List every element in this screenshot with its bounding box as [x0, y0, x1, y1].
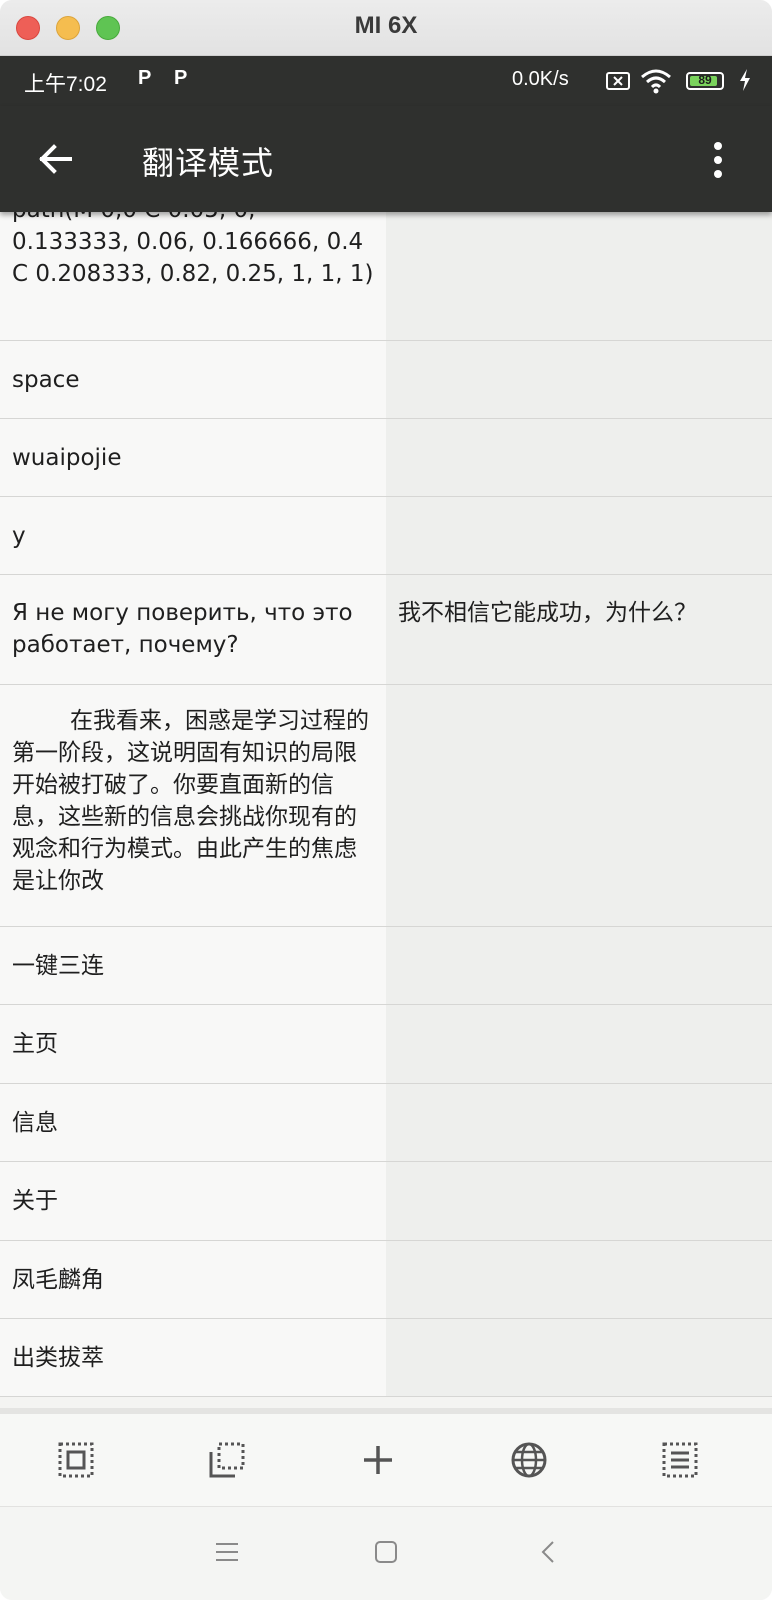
source-text: 一键三连 [0, 927, 386, 1004]
system-nav-bar [0, 1506, 772, 1600]
list-item[interactable]: 主页 [0, 1005, 772, 1084]
more-options-icon[interactable] [706, 140, 730, 180]
list-item[interactable]: 在我看来，困惑是学习过程的第一阶段，这说明固有知识的局限开始被打破了。你要直面新… [0, 685, 772, 927]
list-item[interactable]: 一键三连 [0, 927, 772, 1005]
list-item[interactable]: y [0, 497, 772, 575]
charging-icon [740, 69, 750, 91]
window-title: MI 6X [354, 12, 418, 39]
globe-icon[interactable] [509, 1440, 549, 1480]
app-bar: 翻译模式 [0, 106, 772, 212]
source-text: path(M 0,0 C 0.05, 0, 0.133333, 0.06, 0.… [0, 212, 386, 340]
translation-text [386, 497, 772, 574]
translation-text [386, 1084, 772, 1161]
translation-text [386, 341, 772, 418]
translation-text [386, 685, 772, 926]
list-item[interactable]: wuaipojie [0, 419, 772, 497]
translation-text [386, 1162, 772, 1240]
source-text: 关于 [0, 1162, 386, 1240]
menu-icon[interactable] [212, 1537, 242, 1567]
list-item[interactable]: path(M 0,0 C 0.05, 0, 0.133333, 0.06, 0.… [0, 212, 772, 341]
battery-icon: 89 [686, 72, 724, 90]
page-title: 翻译模式 [142, 144, 275, 182]
window-titlebar: MI 6X [0, 0, 772, 56]
translation-text [386, 1319, 772, 1396]
source-text: Я не могу поверить, что это работает, по… [0, 575, 386, 684]
status-time: 上午7:02 [24, 73, 107, 96]
list-item[interactable]: 凤毛麟角 [0, 1241, 772, 1319]
list-item[interactable]: 关于 [0, 1162, 772, 1241]
list-item[interactable]: 出类拔萃 [0, 1319, 772, 1397]
source-text: 在我看来，困惑是学习过程的第一阶段，这说明固有知识的局限开始被打破了。你要直面新… [0, 685, 386, 926]
add-icon[interactable] [358, 1440, 398, 1480]
translation-text [386, 1005, 772, 1083]
translation-list[interactable]: path(M 0,0 C 0.05, 0, 0.133333, 0.06, 0.… [0, 212, 772, 1408]
select-all-icon[interactable] [56, 1440, 96, 1480]
battery-percent: 89 [698, 73, 712, 87]
status-bar: 上午7:02 P P 0.0K/s 89 [0, 56, 772, 106]
translation-text [386, 1241, 772, 1318]
source-text: space [0, 341, 386, 418]
arrow-back-icon[interactable] [36, 139, 76, 179]
list-icon[interactable] [660, 1440, 700, 1480]
list-item[interactable]: space [0, 341, 772, 419]
source-text: y [0, 497, 386, 574]
translation-text: 我不相信它能成功，为什么？ [386, 575, 772, 684]
notification-p-icon: P [174, 67, 188, 89]
bottom-toolbar [0, 1408, 772, 1506]
home-icon[interactable] [371, 1537, 401, 1567]
source-text: wuaipojie [0, 419, 386, 496]
list-item[interactable]: 信息 [0, 1084, 772, 1162]
source-text: 出类拔萃 [0, 1319, 386, 1396]
no-sim-icon [606, 72, 630, 90]
source-text: 主页 [0, 1005, 386, 1083]
translation-text [386, 212, 772, 340]
notification-p-icon: P [138, 67, 152, 89]
translation-text [386, 927, 772, 1004]
list-item[interactable]: Я не могу поверить, что это работает, по… [0, 575, 772, 685]
source-text: 信息 [0, 1084, 386, 1161]
network-speed: 0.0K/s [512, 68, 569, 90]
source-text: 凤毛麟角 [0, 1241, 386, 1318]
copy-icon[interactable] [207, 1440, 247, 1480]
translation-text [386, 419, 772, 496]
wifi-icon [641, 69, 671, 94]
back-icon[interactable] [534, 1537, 564, 1567]
app-window: MI 6X 上午7:02 P P 0.0K/s 89 翻译模式 0.133333… [0, 0, 772, 1600]
